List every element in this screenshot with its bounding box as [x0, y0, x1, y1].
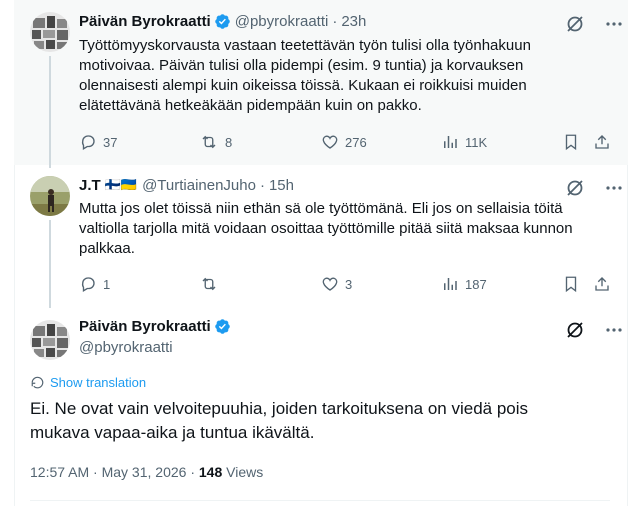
- more-icon[interactable]: [605, 320, 623, 340]
- author-name[interactable]: J.T: [79, 177, 101, 194]
- like-count: 3: [345, 276, 353, 292]
- like-button[interactable]: 276: [321, 133, 367, 151]
- main-tweet-text: Ei. Ne ovat vain velvoitepuuhia, joiden …: [30, 399, 529, 442]
- show-translation-label[interactable]: Show translation: [50, 375, 146, 390]
- show-translation-link[interactable]: Show translation: [30, 375, 146, 390]
- views-count: 148: [198, 464, 223, 480]
- author-name[interactable]: Päivän Byrokraatti: [79, 13, 211, 30]
- views-button[interactable]: 11K: [441, 133, 487, 151]
- tweet-timestamp[interactable]: 12:57 AM · May 31, 2026 ·: [30, 464, 195, 480]
- separator: ·: [259, 177, 265, 194]
- author-handle[interactable]: @pbyrokraatti: [235, 13, 329, 30]
- thread-line: [49, 220, 51, 308]
- like-icon: [322, 135, 338, 149]
- avatar[interactable]: [30, 12, 70, 52]
- verified-badge-icon: [214, 13, 231, 30]
- verified-badge-icon: [214, 318, 231, 335]
- author-handle[interactable]: @TurtiainenJuho: [142, 177, 256, 194]
- reply-icon: [81, 277, 95, 292]
- views-button[interactable]: 187: [441, 275, 487, 293]
- tweet-header: Päivän Byrokraatti @pbyrokraatti · 23h: [79, 13, 366, 30]
- tweet-time[interactable]: 23h: [341, 13, 366, 30]
- tweet-top-actions: [565, 178, 623, 198]
- repost-icon: [202, 135, 216, 149]
- repost-button[interactable]: 8: [199, 133, 232, 151]
- bookmark-icon: [565, 276, 577, 293]
- tweet-top-actions: [565, 14, 623, 34]
- grok-icon[interactable]: [565, 320, 585, 340]
- like-icon: [322, 277, 338, 291]
- reply-button[interactable]: 37: [79, 133, 117, 151]
- repost-icon: [202, 277, 216, 291]
- translate-icon: [31, 376, 44, 389]
- more-icon[interactable]: [605, 14, 623, 34]
- share-button[interactable]: [593, 275, 611, 293]
- like-count: 276: [345, 134, 367, 150]
- tweet-actions: 37 8 276 11K: [79, 132, 609, 152]
- repost-count: 8: [225, 134, 233, 150]
- share-icon: [595, 135, 609, 149]
- thread-line: [49, 56, 51, 168]
- tweet-actions: 1 3 187: [79, 274, 609, 294]
- avatar[interactable]: [30, 320, 70, 360]
- bookmark-button[interactable]: [563, 133, 579, 151]
- share-button[interactable]: [593, 133, 611, 151]
- main-tweet-handle-row: @pbyrokraatti: [79, 339, 173, 356]
- share-icon: [595, 277, 609, 291]
- separator: ·: [332, 13, 338, 30]
- views-count: 11K: [465, 134, 488, 150]
- tweet-text: Mutta jos olet töissä niin ethän sä ole …: [79, 200, 573, 257]
- bookmark-icon: [565, 134, 577, 151]
- views-icon: [444, 278, 457, 290]
- reply-icon: [81, 135, 95, 150]
- reply-count: 1: [103, 276, 111, 292]
- like-button[interactable]: 3: [321, 275, 352, 293]
- views-count: 187: [465, 276, 487, 292]
- divider: [30, 500, 610, 501]
- author-flags: 🇫🇮🇺🇦: [104, 178, 138, 193]
- reply-count: 37: [103, 134, 118, 150]
- author-handle[interactable]: @pbyrokraatti: [79, 339, 173, 356]
- tweet-top-actions: [565, 320, 623, 340]
- grok-icon[interactable]: [565, 178, 585, 198]
- author-name[interactable]: Päivän Byrokraatti: [79, 318, 211, 335]
- tweet-time[interactable]: 15h: [269, 177, 294, 194]
- grok-icon[interactable]: [565, 14, 585, 34]
- more-icon[interactable]: [605, 178, 623, 198]
- tweet-header: J.T 🇫🇮🇺🇦 @TurtiainenJuho · 15h: [79, 177, 294, 194]
- tweet-text: Työttömyyskorvausta vastaan teetettävän …: [79, 37, 531, 114]
- avatar[interactable]: [30, 176, 70, 216]
- bookmark-button[interactable]: [563, 275, 579, 293]
- reply-button[interactable]: 1: [79, 275, 110, 293]
- views-label: Views: [226, 464, 264, 480]
- main-tweet-header: Päivän Byrokraatti: [79, 318, 235, 335]
- repost-button[interactable]: [199, 275, 225, 293]
- views-icon: [444, 136, 457, 148]
- tweet-meta: 12:57 AM · May 31, 2026 · 148 Views: [30, 464, 263, 480]
